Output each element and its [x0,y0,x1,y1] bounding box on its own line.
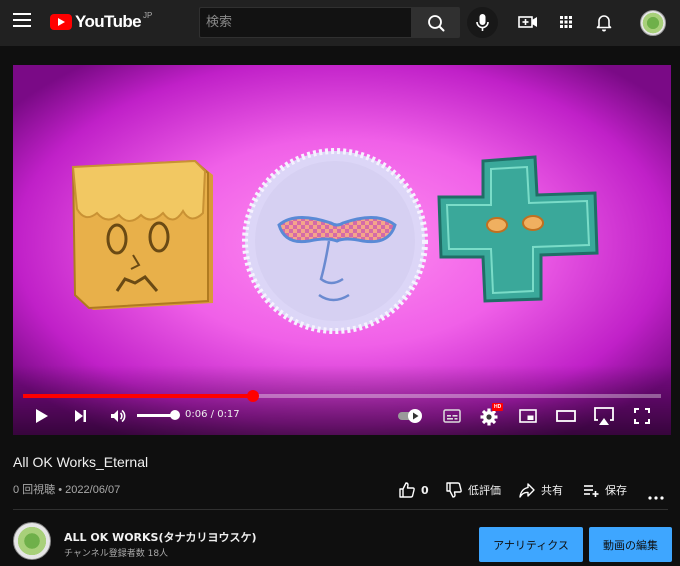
save-button[interactable]: 保存 [582,481,627,499]
search-button[interactable] [411,7,460,38]
airplay-icon [594,407,614,425]
apps-button[interactable] [555,11,577,33]
current-time: 0:06 [185,409,208,420]
moon-face-character [242,148,428,334]
save-label: 保存 [605,484,627,497]
apps-grid-icon [560,16,572,28]
mic-button[interactable] [467,7,498,38]
fullscreen-button[interactable] [630,403,654,429]
autoplay-toggle[interactable] [397,403,425,429]
next-button[interactable] [68,403,92,429]
more-icon [648,496,664,500]
edit-video-button[interactable]: 動画の編集 [589,527,672,562]
create-video-icon [518,16,537,28]
bell-icon [596,15,612,32]
play-button[interactable] [29,403,53,429]
like-count: 0 [421,483,429,497]
volume-icon [111,409,126,423]
progress-scrubber[interactable] [246,390,259,402]
share-icon [519,483,535,498]
view-count: 0 回視聴 [13,484,56,496]
search-input[interactable] [200,8,411,37]
like-icon [399,482,415,498]
upload-date: 2022/06/07 [65,484,121,496]
fullscreen-icon [634,408,650,424]
hd-badge: HD [492,403,504,411]
logo-text: YouTube [75,12,142,31]
video-player[interactable]: 0:06 / 0:17 HD [13,65,671,435]
duration: 0:17 [217,409,240,420]
masthead: YouTube JP [0,0,680,46]
more-actions-button[interactable] [648,488,664,500]
search-box [199,7,411,38]
airplay-button[interactable] [591,403,617,429]
mute-button[interactable] [106,403,130,429]
save-playlist-icon [584,485,599,497]
share-button[interactable]: 共有 [518,481,563,499]
play-icon [36,409,48,423]
subtitles-icon [443,409,461,423]
youtube-play-logo-icon [50,14,72,30]
channel-avatar[interactable] [13,522,51,560]
analytics-button[interactable]: アナリティクス [479,527,583,562]
avatar[interactable] [640,10,666,36]
divider [13,509,668,510]
theater-icon [556,410,576,422]
subtitles-button[interactable] [440,403,464,429]
dislike-icon [446,482,462,498]
toast-character [71,159,213,310]
logo-region: JP [143,10,153,20]
channel-name[interactable]: ALL OK WORKS(タナカリヨウスケ) [64,529,257,545]
volume-slider-knob[interactable] [170,410,180,420]
next-icon [75,410,86,422]
search-icon [428,15,445,32]
subscriber-count: チャンネル登録者数 18人 [64,549,169,559]
time-separator: / [207,409,218,420]
miniplayer-icon [519,409,537,423]
time-display: 0:06 / 0:17 [185,409,240,420]
dislike-button[interactable]: 低評価 [445,481,501,499]
notifications-button[interactable] [593,11,615,33]
video-meta: 0 回視聴 • 2022/06/07 [13,481,120,497]
menu-icon[interactable] [13,13,31,31]
video-title: All OK Works_Eternal [13,454,149,470]
autoplay-toggle-icon [398,409,422,423]
theater-mode-button[interactable] [554,403,578,429]
settings-button[interactable]: HD [478,403,504,429]
youtube-logo[interactable]: YouTube JP [50,11,152,33]
share-label: 共有 [541,484,563,497]
like-button[interactable]: 0 [398,481,429,499]
create-video-button[interactable] [517,11,539,33]
progress-played [23,394,253,398]
dislike-label: 低評価 [468,484,501,497]
progress-bar[interactable] [23,390,661,402]
miniplayer-button[interactable] [516,403,540,429]
mic-icon [476,14,489,31]
